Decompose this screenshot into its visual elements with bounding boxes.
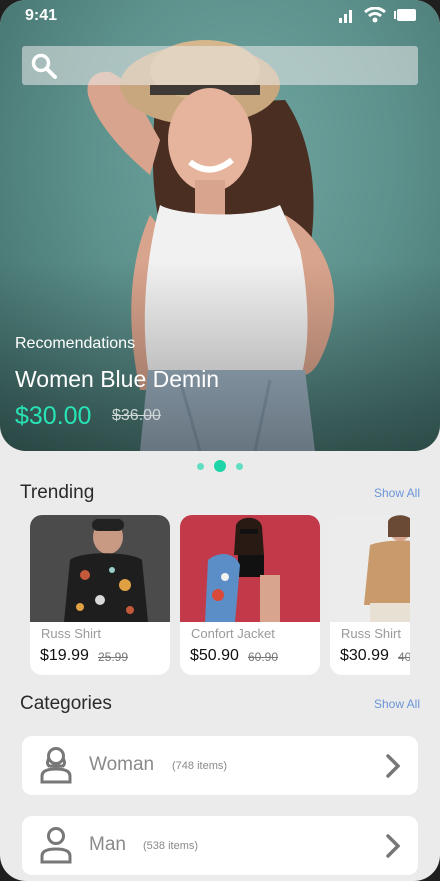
product-card[interactable]: Confort Jacket $50.90 60.90 xyxy=(180,515,320,675)
recommendation-banner[interactable]: 9:41 Recomendations Women Blue Demin $30… xyxy=(0,0,440,451)
recommendation-product-title[interactable]: Women Blue Demin xyxy=(15,366,219,393)
search-icon[interactable] xyxy=(30,52,58,80)
product-name: Russ Shirt xyxy=(41,626,101,641)
product-card[interactable]: Russ Shirt $19.99 25.99 xyxy=(30,515,170,675)
recommendation-old-price: $36.00 xyxy=(112,407,161,424)
category-label: Man xyxy=(89,834,126,855)
cellular-signal-icon xyxy=(339,10,352,23)
trending-carousel[interactable]: Russ Shirt $19.99 25.99 Confort Jacket $… xyxy=(30,515,410,675)
carousel-dot[interactable] xyxy=(197,462,204,470)
status-time: 9:41 xyxy=(25,7,58,24)
product-old-price: 40.99 xyxy=(398,650,410,664)
chevron-right-icon[interactable] xyxy=(386,834,400,858)
search-input[interactable] xyxy=(68,46,412,87)
product-price: $30.99 xyxy=(340,647,389,664)
recommendation-label: Recomendations xyxy=(15,335,136,352)
product-name: Confort Jacket xyxy=(191,626,275,641)
product-old-price: 60.90 xyxy=(248,650,279,664)
category-item-count: (748 items) xyxy=(172,760,228,772)
product-image xyxy=(30,515,170,622)
person-icon xyxy=(40,827,72,864)
categories-show-all-link[interactable]: Show All xyxy=(374,697,420,711)
trending-title: Trending xyxy=(20,482,95,503)
carousel-indicator xyxy=(0,459,440,473)
status-bar: 9:41 xyxy=(0,0,440,34)
category-item-count: (538 items) xyxy=(143,840,199,852)
person-icon xyxy=(40,747,72,784)
search-bar[interactable] xyxy=(22,46,418,87)
app-screen: 9:41 Recomendations Women Blue Demin $30… xyxy=(0,0,440,881)
chevron-right-icon[interactable] xyxy=(386,754,400,778)
product-image xyxy=(180,515,320,622)
product-image xyxy=(330,515,410,622)
category-label: Woman xyxy=(89,754,155,775)
product-price: $19.99 xyxy=(40,647,89,664)
product-old-price: 25.99 xyxy=(98,650,129,664)
product-card[interactable]: Russ Shirt $30.99 40.99 xyxy=(330,515,410,675)
trending-show-all-link[interactable]: Show All xyxy=(374,486,420,500)
product-price: $50.90 xyxy=(190,647,239,664)
product-name: Russ Shirt xyxy=(341,626,401,641)
category-item-woman[interactable]: Woman (748 items) xyxy=(22,736,418,795)
wifi-icon xyxy=(364,7,386,23)
recommendation-price: $30.00 xyxy=(15,402,92,430)
carousel-dot[interactable] xyxy=(236,462,243,470)
carousel-dot-active[interactable] xyxy=(214,460,226,472)
category-item-man[interactable]: Man (538 items) xyxy=(22,816,418,875)
battery-icon xyxy=(394,9,416,21)
categories-title: Categories xyxy=(20,693,112,714)
